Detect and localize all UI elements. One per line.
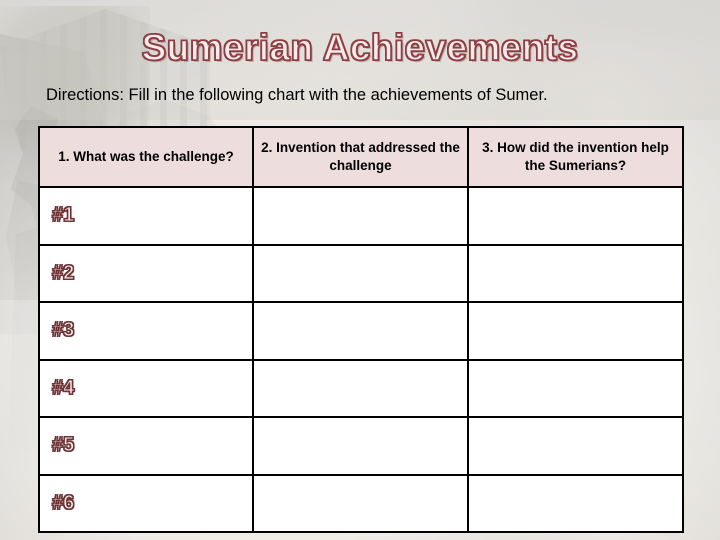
cell-challenge[interactable]: #1 [38, 186, 254, 246]
directions-text: Directions: Fill in the following chart … [46, 86, 548, 104]
cell-invention[interactable] [252, 186, 469, 246]
slide-canvas: Sumerian Achievements Directions: Fill i… [0, 0, 720, 540]
achievements-chart: 1. What was the challenge? 2. Invention … [38, 126, 684, 533]
cell-challenge[interactable]: #3 [38, 301, 254, 361]
cell-challenge[interactable]: #5 [38, 416, 254, 476]
cell-benefit[interactable] [467, 416, 684, 476]
cell-benefit[interactable] [467, 358, 684, 418]
table-row: #5 [38, 416, 684, 476]
cell-benefit[interactable] [467, 301, 684, 361]
cell-challenge[interactable]: #2 [38, 243, 254, 303]
column-header-challenge: 1. What was the challenge? [38, 126, 254, 188]
table-row: #2 [38, 243, 684, 303]
cell-invention[interactable] [252, 473, 469, 533]
table-row: #1 [38, 186, 684, 246]
row-number-label: #6 [51, 491, 75, 514]
row-number-label: #4 [51, 376, 75, 399]
page-title: Sumerian Achievements [141, 27, 579, 68]
row-number-label: #2 [51, 261, 75, 284]
table-row: #6 [38, 473, 684, 533]
cell-benefit[interactable] [467, 243, 684, 303]
column-header-benefit: 3. How did the invention help the Sumeri… [467, 126, 684, 188]
cell-invention[interactable] [252, 301, 469, 361]
row-number-label: #3 [51, 319, 75, 342]
cell-invention[interactable] [252, 358, 469, 418]
cell-invention[interactable] [252, 243, 469, 303]
cell-benefit[interactable] [467, 186, 684, 246]
cell-challenge[interactable]: #6 [38, 473, 254, 533]
table-row: #4 [38, 358, 684, 418]
row-number-label: #5 [51, 434, 75, 457]
chart-body: #1 #2 #3 #4 #5 #6 [38, 186, 684, 533]
cell-invention[interactable] [252, 416, 469, 476]
column-header-invention: 2. Invention that addressed the challeng… [252, 126, 469, 188]
table-row: #3 [38, 301, 684, 361]
chart-header-row: 1. What was the challenge? 2. Invention … [38, 126, 684, 188]
cell-benefit[interactable] [467, 473, 684, 533]
row-number-label: #1 [51, 204, 75, 227]
cell-challenge[interactable]: #4 [38, 358, 254, 418]
